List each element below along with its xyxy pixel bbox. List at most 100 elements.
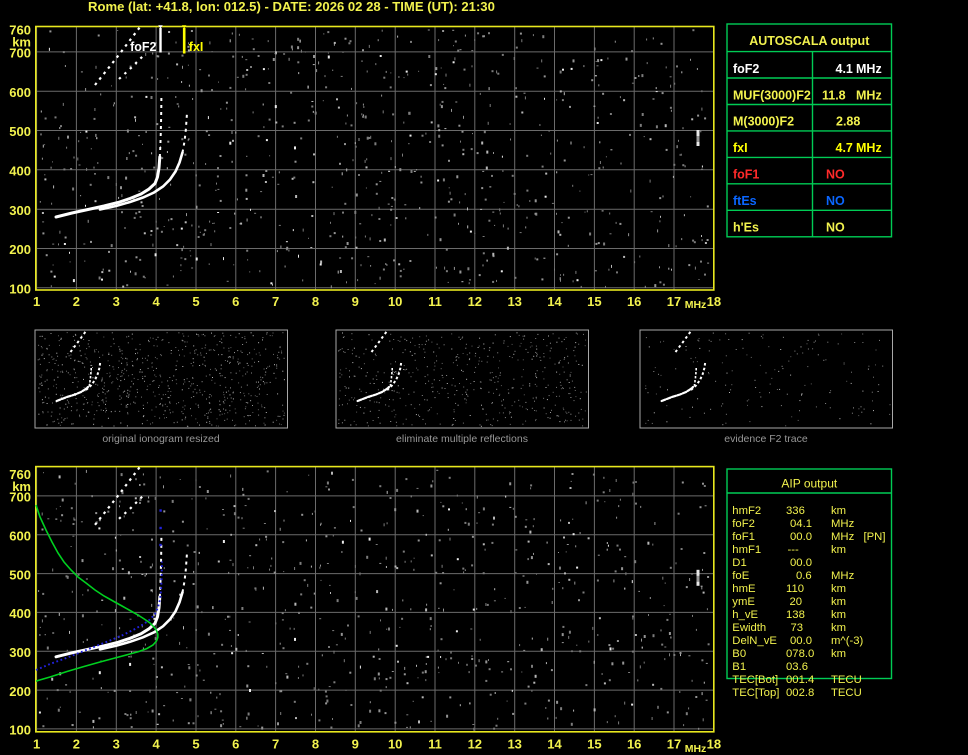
svg-text:14: 14 [547,294,562,309]
svg-text:2: 2 [73,737,80,752]
svg-text:9: 9 [352,294,359,309]
svg-text:fxI: fxI [733,141,748,155]
svg-text:MHz: MHz [856,62,882,76]
svg-text:4.1: 4.1 [836,62,853,76]
svg-text:foF2: foF2 [732,518,755,530]
svg-text:500: 500 [9,567,31,582]
svg-text:700: 700 [9,46,31,61]
svg-text:NO: NO [826,221,845,235]
svg-text:9: 9 [352,737,359,752]
svg-text:18: 18 [707,294,721,309]
svg-text:TECU: TECU [831,687,862,699]
svg-text:m^(-3): m^(-3) [831,635,864,647]
svg-text:ymE: ymE [732,596,755,608]
svg-text:73: 73 [791,622,804,634]
svg-text:15: 15 [587,294,601,309]
svg-text:6: 6 [232,294,239,309]
svg-text:12: 12 [468,737,482,752]
svg-text:fxI: fxI [189,40,204,54]
svg-text:NO: NO [826,168,845,182]
svg-text:MHz: MHz [831,518,855,530]
svg-text:original ionogram resized: original ionogram resized [102,433,219,445]
svg-text:AIP output: AIP output [781,477,837,491]
svg-text:20: 20 [790,596,803,608]
svg-text:001.4: 001.4 [786,674,814,686]
svg-text:ftEs: ftEs [733,194,757,208]
svg-text:foF2: foF2 [733,62,759,76]
svg-text:600: 600 [9,528,31,543]
svg-text:MHz: MHz [685,299,707,311]
svg-text:500: 500 [9,124,31,139]
svg-text:5: 5 [192,294,199,309]
svg-text:km: km [831,583,846,595]
svg-text:002.8: 002.8 [786,687,814,699]
svg-text:300: 300 [9,645,31,660]
svg-text:10: 10 [388,737,402,752]
svg-text:hmF2: hmF2 [732,505,761,517]
svg-text:MHz: MHz [831,531,855,543]
svg-text:138: 138 [786,609,805,621]
svg-text:TEC[Top]: TEC[Top] [732,687,779,699]
svg-text:600: 600 [9,85,31,100]
svg-text:4.7: 4.7 [836,141,853,155]
svg-text:Ewidth: Ewidth [732,622,766,634]
svg-text:MHz: MHz [856,141,882,155]
svg-text:---: --- [788,544,800,556]
svg-text:1: 1 [33,737,40,752]
svg-text:16: 16 [627,737,641,752]
svg-text:km: km [831,648,846,660]
svg-text:3: 3 [113,737,120,752]
svg-text:4: 4 [152,294,160,309]
svg-text:MHz: MHz [685,743,707,755]
svg-text:11: 11 [428,737,442,752]
svg-text:11.8: 11.8 [822,88,846,102]
svg-text:DelN_vE: DelN_vE [732,635,777,647]
svg-text:12: 12 [468,294,482,309]
svg-text:336: 336 [786,505,805,517]
svg-text:300: 300 [9,203,31,218]
svg-text:M(3000)F2: M(3000)F2 [733,115,794,129]
svg-text:4: 4 [152,737,160,752]
svg-text:200: 200 [9,242,31,257]
svg-text:hmF1: hmF1 [732,544,761,556]
svg-text:km: km [831,596,846,608]
svg-text:04.1: 04.1 [790,518,812,530]
svg-text:13: 13 [507,294,521,309]
svg-text:h_vE: h_vE [732,609,758,621]
svg-text:5: 5 [192,737,199,752]
svg-text:hmE: hmE [732,583,756,595]
svg-text:3: 3 [113,294,120,309]
svg-text:00.0: 00.0 [790,635,812,647]
svg-text:2: 2 [73,294,80,309]
svg-text:km: km [831,609,846,621]
svg-text:11: 11 [428,294,442,309]
svg-text:Rome (lat: +41.8, lon: 012.5): Rome (lat: +41.8, lon: 012.5) - DATE: 20… [88,0,495,14]
svg-text:1: 1 [33,294,40,309]
svg-text:foF1: foF1 [732,531,755,543]
svg-text:6: 6 [232,737,239,752]
svg-text:NO: NO [826,194,845,208]
svg-text:TECU: TECU [831,674,862,686]
svg-text:B0: B0 [732,648,746,660]
svg-text:MHz: MHz [831,570,855,582]
svg-text:h'Es: h'Es [733,221,759,235]
svg-text:MHz: MHz [856,88,882,102]
svg-text:110: 110 [786,583,804,595]
svg-text:foF1: foF1 [733,168,759,182]
svg-text:100: 100 [9,723,31,738]
svg-text:16: 16 [627,294,641,309]
svg-text:15: 15 [587,737,601,752]
svg-text:TEC[Bot]: TEC[Bot] [732,674,778,686]
svg-text:eliminate multiple reflections: eliminate multiple reflections [396,433,528,445]
svg-text:700: 700 [9,490,31,505]
svg-text:D1: D1 [732,557,746,569]
svg-text:2.88: 2.88 [836,115,860,129]
svg-text:km: km [831,544,846,556]
svg-text:AUTOSCALA output: AUTOSCALA output [749,34,870,48]
svg-text:078.0: 078.0 [786,648,814,660]
svg-text:foF2: foF2 [130,40,156,54]
svg-text:km: km [831,622,846,634]
svg-text:foE: foE [732,570,749,582]
svg-text:18: 18 [707,737,721,752]
svg-text:00.0: 00.0 [790,557,812,569]
